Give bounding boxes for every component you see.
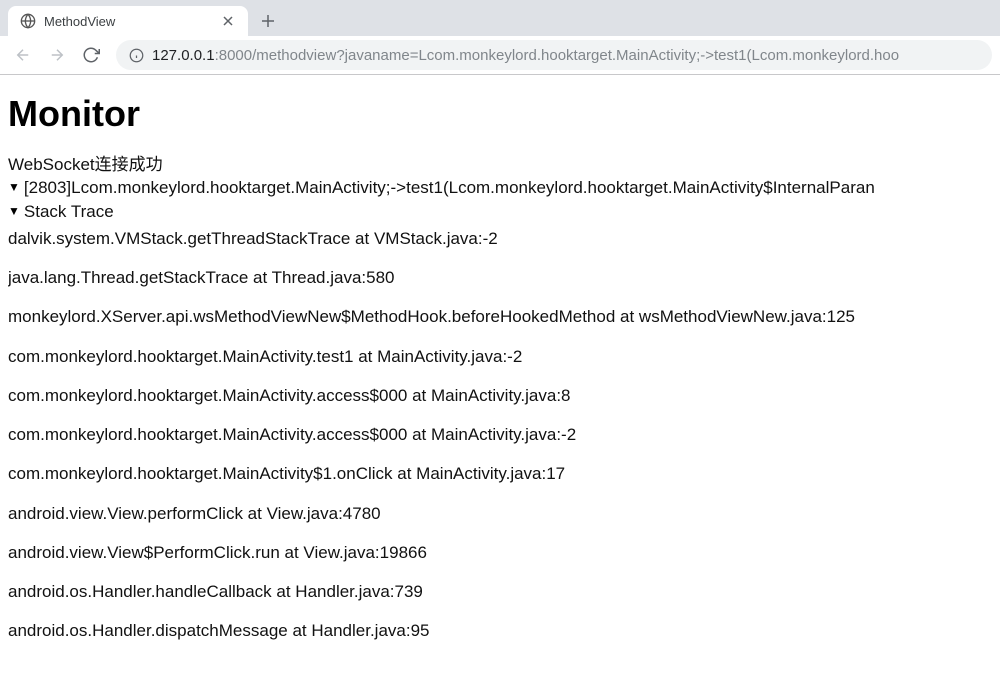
stack-line: com.monkeylord.hooktarget.MainActivity$1… — [8, 463, 992, 484]
stack-line: android.view.View.performClick at View.j… — [8, 503, 992, 524]
stack-trace-label: Stack Trace — [24, 201, 114, 222]
method-call-row[interactable]: ▼ [2803]Lcom.monkeylord.hooktarget.MainA… — [8, 177, 992, 198]
websocket-status: WebSocket连接成功 — [8, 154, 992, 175]
chevron-down-icon: ▼ — [8, 204, 20, 219]
stack-line: android.view.View$PerformClick.run at Vi… — [8, 542, 992, 563]
stack-line: com.monkeylord.hooktarget.MainActivity.a… — [8, 385, 992, 406]
tab-title: MethodView — [44, 14, 212, 29]
url-host: 127.0.0.1 — [152, 47, 215, 64]
stack-line: com.monkeylord.hooktarget.MainActivity.t… — [8, 346, 992, 367]
new-tab-button[interactable] — [254, 7, 282, 35]
method-call-label: [2803]Lcom.monkeylord.hooktarget.MainAct… — [24, 177, 875, 198]
info-icon[interactable] — [128, 47, 144, 63]
stack-line: monkeylord.XServer.api.wsMethodViewNew$M… — [8, 306, 992, 327]
reload-button[interactable] — [76, 40, 106, 70]
stack-line: android.os.Handler.handleCallback at Han… — [8, 581, 992, 602]
stack-line: android.os.Handler.dispatchMessage at Ha… — [8, 620, 992, 641]
toolbar: 127.0.0.1:8000/methodview?javaname=Lcom.… — [0, 36, 1000, 74]
stack-trace-row[interactable]: ▼ Stack Trace — [8, 201, 992, 222]
page-content: Monitor WebSocket连接成功 ▼ [2803]Lcom.monke… — [0, 75, 1000, 670]
globe-icon — [20, 13, 36, 29]
stack-trace-block: dalvik.system.VMStack.getThreadStackTrac… — [8, 228, 992, 642]
tab-bar: MethodView — [0, 0, 1000, 36]
stack-line: com.monkeylord.hooktarget.MainActivity.a… — [8, 424, 992, 445]
address-bar[interactable]: 127.0.0.1:8000/methodview?javaname=Lcom.… — [116, 40, 992, 70]
browser-tab[interactable]: MethodView — [8, 6, 248, 36]
chevron-down-icon: ▼ — [8, 180, 20, 195]
back-button[interactable] — [8, 40, 38, 70]
url-text: 127.0.0.1:8000/methodview?javaname=Lcom.… — [152, 47, 980, 64]
forward-button[interactable] — [42, 40, 72, 70]
stack-line: dalvik.system.VMStack.getThreadStackTrac… — [8, 228, 992, 249]
close-icon[interactable] — [220, 13, 236, 29]
page-title: Monitor — [8, 91, 992, 136]
url-path: /methodview?javaname=Lcom.monkeylord.hoo… — [252, 47, 899, 64]
browser-chrome: MethodView 127.0.0.1:8000/methodview?jav… — [0, 0, 1000, 75]
stack-line: java.lang.Thread.getStackTrace at Thread… — [8, 267, 992, 288]
url-port: :8000 — [215, 47, 253, 64]
